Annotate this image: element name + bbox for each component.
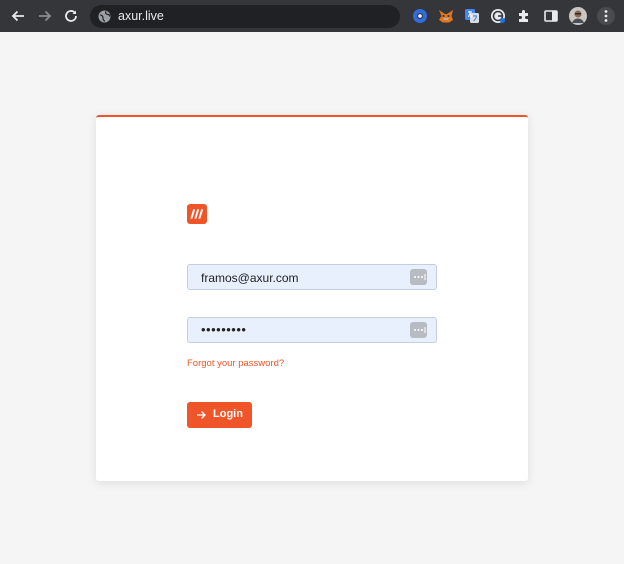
browser-toolbar: axur.live (0, 0, 624, 32)
puzzle-piece-icon (519, 10, 528, 22)
login-card: framos@axur.com ••••••••• Forgot your pa… (96, 115, 528, 481)
metamask-extension-button[interactable] (438, 8, 454, 24)
extensions-button[interactable] (516, 8, 532, 24)
url-text: axur.live (118, 9, 164, 23)
metamask-fox-icon (439, 10, 453, 23)
google-translate-icon (465, 9, 479, 23)
grammar-extension-icon (491, 9, 505, 23)
password-manager-icon (414, 274, 426, 280)
profile-avatar-icon (569, 7, 587, 25)
axur-slashes-icon (190, 209, 203, 219)
google-translate-button[interactable] (464, 8, 480, 24)
reload-icon (65, 10, 77, 22)
forward-button[interactable] (35, 6, 55, 26)
side-panel-button[interactable] (543, 8, 559, 24)
password-manager-icon (414, 327, 426, 333)
chrome-menu-button[interactable] (597, 7, 615, 25)
login-button[interactable]: Login (187, 402, 252, 428)
password-field[interactable]: ••••••••• (187, 317, 437, 343)
login-label: Login (213, 408, 243, 420)
password-manager-button[interactable] (410, 322, 427, 338)
forgot-password-link[interactable]: Forgot your password? (187, 358, 284, 369)
grammar-extension-button[interactable] (490, 8, 506, 24)
side-panel-icon (544, 10, 558, 22)
password-manager-button[interactable] (410, 269, 427, 285)
axur-logo (187, 204, 207, 224)
email-field[interactable]: framos@axur.com (187, 264, 437, 290)
back-button[interactable] (8, 6, 28, 26)
arrow-right-icon (197, 411, 206, 419)
arrow-left-icon (11, 10, 24, 22)
profile-button[interactable] (569, 7, 587, 25)
password-value: ••••••••• (201, 322, 247, 337)
email-value: framos@axur.com (201, 271, 299, 285)
kebab-menu-icon (604, 10, 608, 22)
arrow-right-icon (39, 10, 52, 22)
circle-extension-button[interactable] (412, 8, 428, 24)
circle-extension-icon (413, 9, 427, 23)
reload-button[interactable] (61, 6, 81, 26)
globe-icon (98, 10, 111, 23)
address-bar[interactable]: axur.live (90, 5, 400, 28)
